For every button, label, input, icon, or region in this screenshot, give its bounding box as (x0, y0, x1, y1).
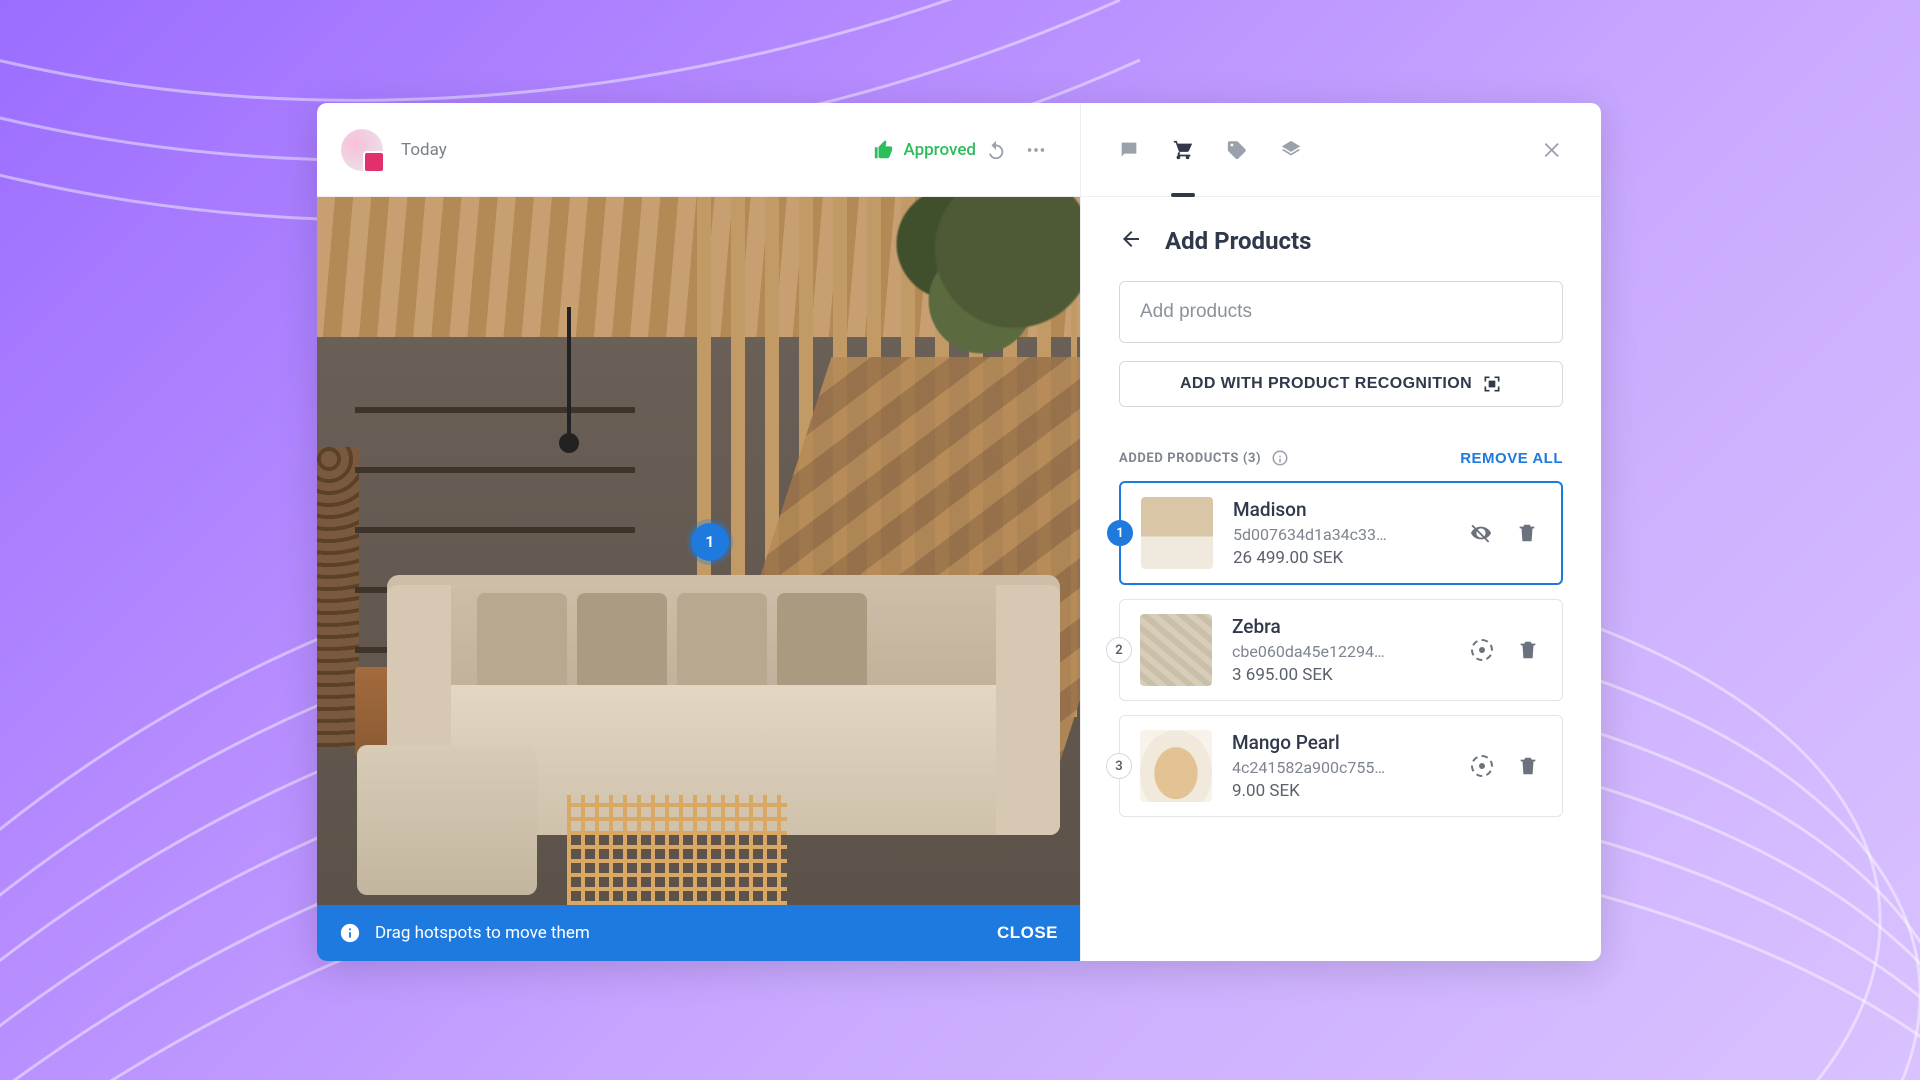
visibility-off-icon (1470, 522, 1492, 544)
info-button[interactable] (1271, 449, 1289, 467)
product-name: Madison (1233, 498, 1443, 521)
product-thumbnail (1140, 730, 1212, 802)
undo-icon (985, 139, 1007, 161)
product-sku: 5d007634d1a34c33… (1233, 525, 1443, 544)
hotspot-target-icon (1471, 639, 1493, 661)
product-list: 1Madison5d007634d1a34c33…26 499.00 SEK2Z… (1119, 481, 1563, 817)
editor-window: Today Approved (317, 103, 1601, 961)
hint-message: Drag hotspots to move them (375, 923, 590, 943)
hotspot-target-icon (1471, 755, 1493, 777)
product-meta: Madison 5d007634d1a34c33… 26 499.00 SEK (1233, 498, 1443, 568)
tag-icon (1226, 139, 1248, 161)
product-index-badge: 2 (1106, 637, 1132, 663)
close-icon (1542, 139, 1564, 161)
product-thumbnail (1140, 614, 1212, 686)
hotspot-number: 1 (705, 532, 714, 551)
product-row[interactable]: 1Madison5d007634d1a34c33…26 499.00 SEK (1119, 481, 1563, 585)
product-index-badge: 1 (1107, 520, 1133, 546)
product-visibility-button[interactable] (1464, 632, 1500, 668)
arrow-left-icon (1119, 227, 1143, 251)
hotspot-1[interactable]: 1 (691, 523, 729, 561)
more-icon (1025, 139, 1047, 161)
timestamp: Today (401, 140, 447, 160)
thumbs-up-icon (873, 139, 895, 161)
product-delete-button[interactable] (1509, 515, 1545, 551)
product-name: Mango Pearl (1232, 731, 1444, 754)
trash-icon (1517, 639, 1539, 661)
product-meta: Zebra cbe060da45e12294… 3 695.00 SEK (1232, 615, 1444, 685)
hint-close-button[interactable]: CLOSE (997, 923, 1058, 943)
product-thumbnail (1141, 497, 1213, 569)
tab-comments[interactable] (1109, 130, 1149, 170)
info-outline-icon (1271, 449, 1289, 467)
trash-icon (1516, 522, 1538, 544)
hint-bar: Drag hotspots to move them CLOSE (317, 905, 1080, 961)
back-button[interactable] (1119, 227, 1147, 255)
status-approved: Approved (873, 139, 976, 161)
media-header: Today Approved (317, 103, 1080, 197)
product-sku: cbe060da45e12294… (1232, 642, 1444, 661)
product-sku: 4c241582a900c755… (1232, 758, 1444, 777)
media-pane: Today Approved (317, 103, 1081, 961)
product-search-input[interactable] (1119, 281, 1563, 343)
product-delete-button[interactable] (1510, 748, 1546, 784)
more-button[interactable] (1016, 130, 1056, 170)
panel-body: Add Products ADD WITH PRODUCT RECOGNITIO… (1081, 197, 1601, 861)
side-panel: Add Products ADD WITH PRODUCT RECOGNITIO… (1081, 103, 1601, 961)
image-canvas[interactable]: 1 (317, 197, 1080, 905)
product-row[interactable]: 3Mango Pearl4c241582a900c755…9.00 SEK (1119, 715, 1563, 817)
product-delete-button[interactable] (1510, 632, 1546, 668)
trash-icon (1517, 755, 1539, 777)
product-name: Zebra (1232, 615, 1444, 638)
product-row[interactable]: 2Zebracbe060da45e12294…3 695.00 SEK (1119, 599, 1563, 701)
product-index-badge: 3 (1106, 753, 1132, 779)
product-price: 3 695.00 SEK (1232, 665, 1444, 685)
product-visibility-button[interactable] (1464, 748, 1500, 784)
tab-products[interactable] (1163, 130, 1203, 170)
status-label: Approved (903, 140, 976, 160)
product-visibility-button[interactable] (1463, 515, 1499, 551)
close-panel-button[interactable] (1533, 130, 1573, 170)
chat-icon (1118, 139, 1140, 161)
app-background: Today Approved (0, 0, 1920, 1080)
added-products-label: ADDED PRODUCTS (3) (1119, 451, 1261, 466)
recognition-label: ADD WITH PRODUCT RECOGNITION (1180, 375, 1472, 393)
info-icon (339, 922, 361, 944)
panel-tabs (1081, 103, 1601, 197)
undo-button[interactable] (976, 130, 1016, 170)
remove-all-button[interactable]: REMOVE ALL (1460, 450, 1563, 467)
tab-tags[interactable] (1217, 130, 1257, 170)
source-avatar[interactable] (341, 129, 383, 171)
product-price: 26 499.00 SEK (1233, 548, 1443, 568)
scan-icon (1482, 374, 1502, 394)
layers-icon (1280, 139, 1302, 161)
product-price: 9.00 SEK (1232, 781, 1444, 801)
panel-title: Add Products (1165, 227, 1311, 255)
product-recognition-button[interactable]: ADD WITH PRODUCT RECOGNITION (1119, 361, 1563, 407)
tab-layers[interactable] (1271, 130, 1311, 170)
cart-icon (1172, 139, 1194, 161)
product-meta: Mango Pearl 4c241582a900c755… 9.00 SEK (1232, 731, 1444, 801)
